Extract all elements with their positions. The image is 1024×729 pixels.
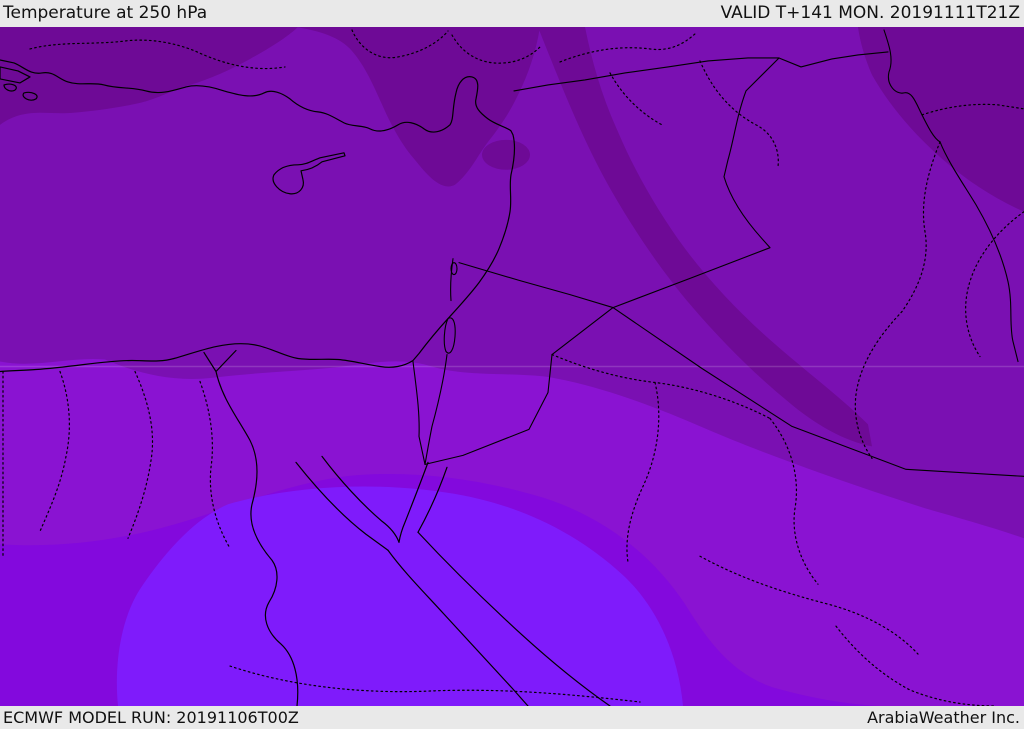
temperature-band-darkest-blob — [482, 139, 530, 170]
header-bar: Temperature at 250 hPa VALID T+141 MON. … — [0, 0, 1024, 27]
footer-bar: ECMWF MODEL RUN: 20191106T00Z ArabiaWeat… — [0, 706, 1024, 729]
parameter-title: Temperature at 250 hPa — [3, 3, 208, 23]
valid-time-label: VALID T+141 MON. 20191111T21Z — [720, 3, 1020, 23]
map-canvas — [0, 27, 1024, 706]
map-area — [0, 27, 1024, 706]
credit-label: ArabiaWeather Inc. — [867, 707, 1020, 727]
model-run-label: ECMWF MODEL RUN: 20191106T00Z — [3, 707, 299, 727]
